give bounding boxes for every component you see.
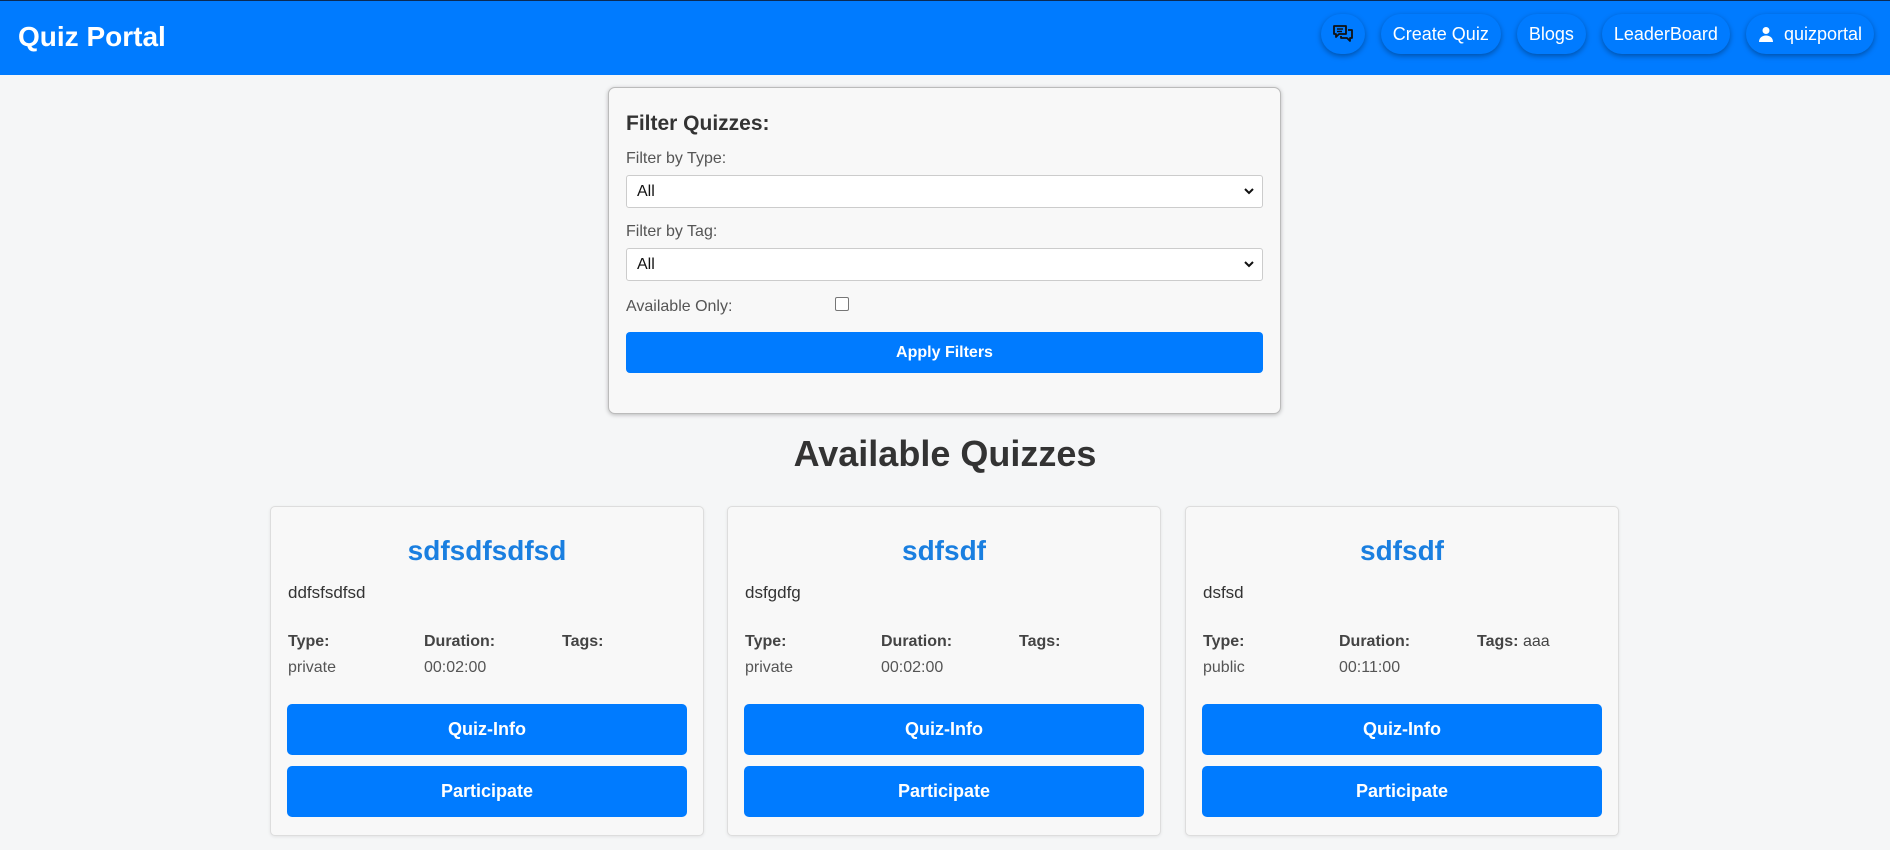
type-label: Type:	[1203, 633, 1245, 650]
type-value: private	[745, 659, 794, 676]
quiz-tags: Tags:	[1019, 633, 1060, 651]
quiz-title: sdfsdf	[1360, 535, 1444, 566]
available-quizzes-heading: Available Quizzes	[793, 433, 1097, 474]
tags-value: aaa	[1522, 633, 1550, 650]
tags-label: Tags:	[562, 633, 604, 650]
quiz-description: dsfgdfg	[745, 583, 801, 602]
filter-panel: Filter Quizzes: Filter by Type: All Filt…	[608, 87, 1281, 414]
duration-value: 00:02:00	[881, 659, 944, 676]
type-filter-value: All	[637, 182, 655, 200]
tag-filter-value: All	[637, 255, 655, 273]
quiz-title: sdfsdfsdfsd	[407, 535, 567, 566]
participate-button[interactable]: Participate	[744, 766, 1144, 817]
nav-menu: Create Quiz Blogs LeaderBoard quizportal	[1320, 14, 1874, 54]
tags-label: Tags:	[1477, 633, 1519, 650]
quiz-title: sdfsdf	[902, 535, 986, 566]
tags-label: Tags:	[1019, 633, 1061, 650]
type-value: private	[288, 659, 337, 676]
user-menu-button[interactable]: quizportal	[1745, 14, 1874, 54]
participate-button[interactable]: Participate	[287, 766, 687, 817]
quiz-description: ddfsfsdfsd	[288, 583, 366, 602]
quiz-type: Type: private	[288, 633, 336, 677]
quiz-description: dsfsd	[1203, 583, 1244, 602]
apply-filters-button[interactable]: Apply Filters	[626, 332, 1263, 373]
chat-button[interactable]	[1320, 14, 1365, 54]
navbar: Quiz Portal Create Quiz Blogs LeaderBoar…	[0, 0, 1890, 75]
available-only-checkbox[interactable]	[835, 297, 849, 311]
tag-filter-select[interactable]: All	[626, 248, 1263, 281]
participate-button[interactable]: Participate	[1202, 766, 1602, 817]
duration-label: Duration:	[881, 633, 953, 650]
quiz-info-button[interactable]: Quiz-Info	[287, 704, 687, 755]
type-value: public	[1203, 659, 1245, 676]
filter-title: Filter Quizzes:	[626, 112, 770, 135]
quiz-tags: Tags: aaa	[1477, 633, 1550, 651]
quiz-card: sdfsdf dsfsd Type: public Duration: 00:1…	[1185, 506, 1619, 836]
chevron-down-icon	[1244, 188, 1254, 195]
leaderboard-link[interactable]: LeaderBoard	[1601, 14, 1730, 54]
duration-value: 00:02:00	[424, 659, 487, 676]
type-label: Type:	[288, 633, 330, 650]
username-label: quizportal	[1783, 23, 1862, 44]
blogs-link[interactable]: Blogs	[1516, 14, 1586, 54]
chat-bubbles-icon	[1332, 25, 1353, 42]
quiz-info-button[interactable]: Quiz-Info	[1202, 704, 1602, 755]
duration-value: 00:11:00	[1339, 659, 1401, 676]
tag-filter-label: Filter by Tag:	[626, 223, 718, 240]
chevron-down-icon	[1244, 261, 1254, 268]
quiz-info-button[interactable]: Quiz-Info	[744, 704, 1144, 755]
type-label: Type:	[745, 633, 787, 650]
quiz-type: Type: public	[1203, 633, 1245, 677]
quiz-type: Type: private	[745, 633, 793, 677]
create-quiz-link[interactable]: Create Quiz	[1380, 14, 1501, 54]
quiz-duration: Duration: 00:02:00	[424, 633, 495, 677]
quiz-duration: Duration: 00:11:00	[1339, 633, 1410, 677]
quiz-card: sdfsdfsdfsd ddfsfsdfsd Type: private Dur…	[270, 506, 704, 836]
quiz-card: sdfsdf dsfgdfg Type: private Duration: 0…	[727, 506, 1161, 836]
type-filter-label: Filter by Type:	[626, 150, 727, 167]
available-only-label: Available Only:	[626, 298, 733, 315]
duration-label: Duration:	[424, 633, 496, 650]
user-icon	[1758, 27, 1773, 42]
brand-logo[interactable]: Quiz Portal	[18, 21, 166, 53]
type-filter-select[interactable]: All	[626, 175, 1263, 208]
duration-label: Duration:	[1339, 633, 1411, 650]
quiz-tags: Tags:	[562, 633, 603, 651]
quiz-duration: Duration: 00:02:00	[881, 633, 952, 677]
